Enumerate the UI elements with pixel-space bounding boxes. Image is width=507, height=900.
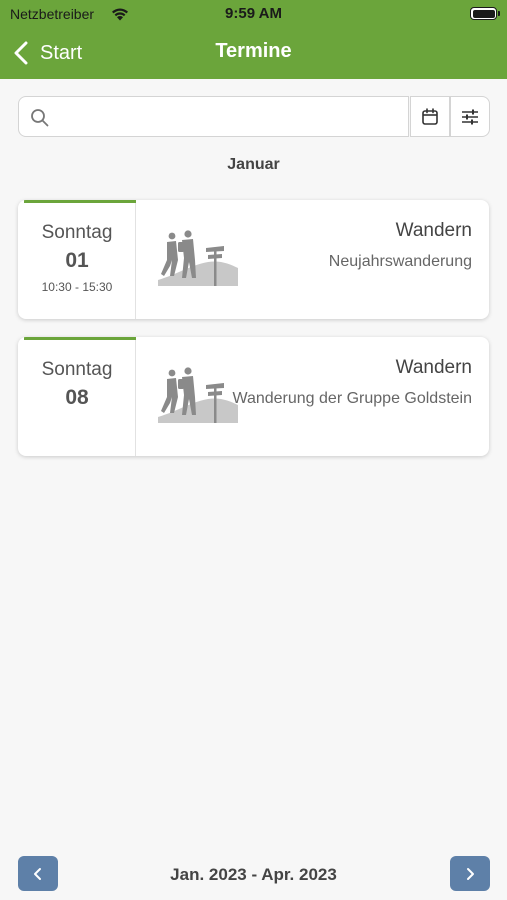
hikers-icon xyxy=(158,230,238,286)
hikers-icon xyxy=(158,367,238,423)
app-screen: Netzbetreiber 9:59 AM Start Termine Janu… xyxy=(0,0,507,900)
event-category: Wandern xyxy=(395,357,472,378)
event-category: Wandern xyxy=(395,220,472,241)
chevron-right-icon xyxy=(467,867,474,880)
event-time: 10:30 - 15:30 xyxy=(41,280,113,294)
event-date: Sonntag 08 xyxy=(18,337,136,456)
navigation-bar: Start Termine xyxy=(0,28,507,79)
header-bar: Netzbetreiber 9:59 AM Start Termine xyxy=(0,0,507,79)
search-input[interactable] xyxy=(59,97,399,136)
status-time: 9:59 AM xyxy=(225,5,282,22)
month-header: Januar xyxy=(227,156,280,173)
accent-bar xyxy=(24,200,136,203)
search-icon xyxy=(31,109,49,127)
event-title: Wanderung der Gruppe Goldstein xyxy=(232,390,472,407)
status-bar: Netzbetreiber 9:59 AM xyxy=(0,0,507,28)
calendar-button[interactable] xyxy=(410,96,450,137)
date-range-label: Jan. 2023 - Apr. 2023 xyxy=(170,865,337,884)
calendar-icon xyxy=(422,107,438,125)
page-title: Termine xyxy=(215,40,292,62)
event-weekday: Sonntag xyxy=(41,359,113,380)
accent-bar xyxy=(24,337,136,340)
event-title: Neujahrswanderung xyxy=(328,253,472,270)
event-day: 01 xyxy=(65,249,89,272)
filter-button[interactable] xyxy=(450,96,490,137)
search-field[interactable] xyxy=(18,96,409,137)
next-period-button[interactable] xyxy=(450,856,490,891)
event-card[interactable]: Sonntag 01 10:30 - 15:30 Wandern Neujahr… xyxy=(18,200,489,319)
event-date: Sonntag 01 10:30 - 15:30 xyxy=(18,200,136,319)
event-weekday: Sonntag xyxy=(41,222,113,243)
event-day: 08 xyxy=(65,386,89,409)
sliders-icon xyxy=(462,109,478,124)
battery-icon xyxy=(470,7,500,20)
event-card[interactable]: Sonntag 08 Wandern Wanderung der Gruppe … xyxy=(18,337,489,456)
